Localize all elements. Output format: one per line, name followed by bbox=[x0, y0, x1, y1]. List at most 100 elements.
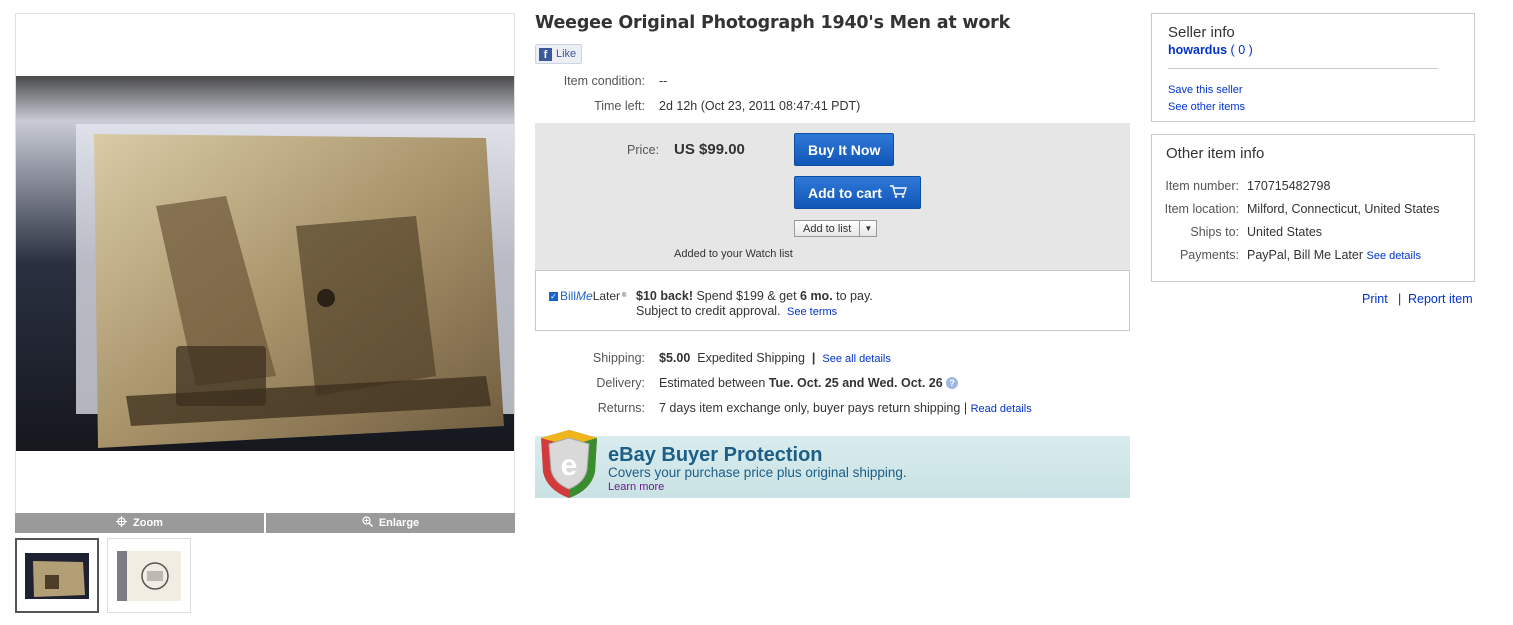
watch-list-message: Added to your Watch list bbox=[674, 248, 793, 260]
item-number-value: 170715482798 bbox=[1247, 179, 1331, 193]
seller-name-link[interactable]: howardus bbox=[1168, 43, 1227, 57]
item-number-label: Item number: bbox=[1165, 179, 1239, 193]
time-left-label: Time left: bbox=[594, 99, 645, 113]
shield-letter: e bbox=[561, 449, 578, 482]
delivery-pre: Estimated between bbox=[659, 376, 769, 390]
condition-value: -- bbox=[659, 74, 668, 88]
payments-text: PayPal, Bill Me Later bbox=[1247, 248, 1364, 262]
buy-it-now-button[interactable]: Buy It Now bbox=[794, 133, 895, 166]
bml-offer-mid: Spend $199 & get bbox=[692, 289, 801, 303]
help-icon[interactable]: ? bbox=[946, 377, 959, 389]
facebook-icon: f bbox=[539, 47, 552, 61]
returns-text: 7 days item exchange only, buyer pays re… bbox=[659, 401, 961, 415]
price-label: Price: bbox=[627, 143, 659, 157]
check-icon: ✓ bbox=[549, 291, 558, 301]
shipping-value: $5.00 Expedited Shipping | See all detai… bbox=[659, 351, 891, 365]
other-item-info-panel: Other item info Item number: 17071548279… bbox=[1151, 134, 1475, 282]
thumbnail-strip bbox=[15, 538, 191, 613]
seller-line: howardus ( 0 ) bbox=[1168, 43, 1253, 57]
price-value: US $99.00 bbox=[674, 141, 745, 158]
zoom-icon bbox=[116, 516, 128, 530]
price-box: Price: US $99.00 Buy It Now Add to cart … bbox=[535, 123, 1130, 270]
ships-to-row: Ships to: United States bbox=[1152, 225, 1322, 239]
time-left-value: 2d 12h (Oct 23, 2011 08:47:41 PDT) bbox=[659, 99, 861, 113]
zoom-button[interactable]: Zoom bbox=[15, 513, 264, 533]
thumbnail-1-image bbox=[25, 552, 89, 599]
viewer-toolbar: Zoom Enlarge bbox=[15, 513, 515, 533]
main-photo[interactable] bbox=[16, 76, 514, 451]
enlarge-button[interactable]: Enlarge bbox=[264, 513, 515, 533]
facebook-like-button[interactable]: f Like bbox=[535, 44, 583, 64]
like-label: Like bbox=[556, 48, 577, 60]
item-location-row: Item location: Milford, Connecticut, Uni… bbox=[1152, 202, 1440, 216]
utility-separator: | bbox=[1398, 292, 1402, 306]
bml-offer-bold: $10 back! bbox=[636, 289, 693, 303]
returns-row: Returns: 7 days item exchange only, buye… bbox=[535, 401, 1032, 415]
learn-more-link[interactable]: Learn more bbox=[608, 481, 664, 493]
payments-row: Payments: PayPal, Bill Me Later See deta… bbox=[1152, 248, 1421, 262]
seller-score-close: ) bbox=[1248, 43, 1253, 57]
read-details-link[interactable]: Read details bbox=[971, 403, 1032, 415]
item-title: Weegee Original Photograph 1940's Men at… bbox=[535, 13, 1011, 33]
see-other-items-link[interactable]: See other items bbox=[1168, 101, 1245, 113]
delivery-dates: Tue. Oct. 25 and Wed. Oct. 26 bbox=[768, 376, 943, 390]
payments-value: PayPal, Bill Me Later See details bbox=[1247, 248, 1421, 262]
dropdown-arrow-icon[interactable]: ▼ bbox=[859, 221, 876, 236]
bml-logo-later: Later bbox=[592, 289, 621, 303]
thumbnail-2[interactable] bbox=[107, 538, 191, 613]
bml-offer-bold2: 6 mo. bbox=[800, 289, 833, 303]
bill-me-later-logo: ✓ Bill Me Later ® bbox=[549, 289, 626, 303]
buy-it-now-label: Buy It Now bbox=[808, 141, 881, 158]
buyer-protection-banner[interactable]: e eBay Buyer Protection Covers your purc… bbox=[535, 430, 1130, 498]
bill-me-later-promo: ✓ Bill Me Later ® $10 back! Spend $199 & ge… bbox=[535, 270, 1130, 331]
delivery-row: Delivery: Estimated between Tue. Oct. 25… bbox=[535, 376, 959, 390]
shield-icon: e bbox=[537, 428, 601, 503]
item-location-value: Milford, Connecticut, United States bbox=[1247, 202, 1440, 216]
thumbnail-1[interactable] bbox=[15, 538, 99, 613]
payments-label: Payments: bbox=[1179, 248, 1239, 262]
delivery-label: Delivery: bbox=[596, 376, 645, 390]
bml-logo-bill: Bill bbox=[560, 289, 577, 303]
ships-to-label: Ships to: bbox=[1190, 225, 1239, 239]
seller-feedback-score[interactable]: 0 bbox=[1238, 43, 1245, 57]
enlarge-label: Enlarge bbox=[378, 517, 420, 529]
bml-offer-end: to pay. bbox=[832, 289, 873, 303]
payments-see-details-link[interactable]: See details bbox=[1367, 250, 1421, 262]
thumbnail-2-image bbox=[117, 550, 181, 601]
add-to-cart-button[interactable]: Add to cart bbox=[794, 176, 921, 209]
add-to-list-button[interactable]: Add to list ▼ bbox=[794, 220, 878, 237]
add-to-list-label: Add to list bbox=[803, 222, 852, 235]
seller-info-panel: Seller info howardus ( 0 ) Save this sel… bbox=[1151, 13, 1475, 122]
returns-label: Returns: bbox=[597, 401, 645, 415]
time-left-row: Time left: 2d 12h (Oct 23, 2011 08:47:41… bbox=[535, 99, 860, 113]
seller-divider bbox=[1168, 68, 1438, 69]
see-all-details-link[interactable]: See all details bbox=[822, 353, 891, 365]
bml-logo-me: Me bbox=[576, 289, 593, 303]
save-seller-link[interactable]: Save this seller bbox=[1168, 84, 1243, 96]
bill-me-later-text: $10 back! Spend $199 & get 6 mo. to pay.… bbox=[636, 289, 873, 320]
returns-value: 7 days item exchange only, buyer pays re… bbox=[659, 401, 1032, 415]
returns-separator: | bbox=[963, 401, 968, 415]
other-info-heading: Other item info bbox=[1166, 145, 1265, 162]
condition-label: Item condition: bbox=[563, 74, 645, 88]
zoom-label: Zoom bbox=[133, 517, 163, 529]
seller-info-heading: Seller info bbox=[1168, 24, 1235, 41]
enlarge-icon bbox=[362, 516, 373, 530]
delivery-value: Estimated between Tue. Oct. 25 and Wed. … bbox=[659, 376, 959, 390]
photo-image bbox=[16, 76, 514, 451]
bml-line2: Subject to credit approval. bbox=[636, 304, 781, 318]
buyer-protection-title: eBay Buyer Protection bbox=[608, 444, 823, 466]
see-terms-link[interactable]: See terms bbox=[787, 306, 837, 318]
report-item-link[interactable]: Report item bbox=[1408, 292, 1473, 306]
shipping-row: Shipping: $5.00 Expedited Shipping | See… bbox=[535, 351, 891, 365]
seller-score-open: ( bbox=[1230, 43, 1235, 57]
shipping-label: Shipping: bbox=[592, 351, 645, 365]
shipping-method: Expedited Shipping bbox=[697, 351, 805, 365]
cart-icon bbox=[889, 184, 907, 201]
shipping-price: $5.00 bbox=[659, 351, 691, 365]
buyer-protection-subtitle: Covers your purchase price plus original… bbox=[608, 465, 907, 480]
item-number-row: Item number: 170715482798 bbox=[1152, 179, 1330, 193]
add-to-cart-label: Add to cart bbox=[808, 184, 882, 201]
print-link[interactable]: Print bbox=[1362, 292, 1388, 306]
item-location-label: Item location: bbox=[1164, 202, 1239, 216]
